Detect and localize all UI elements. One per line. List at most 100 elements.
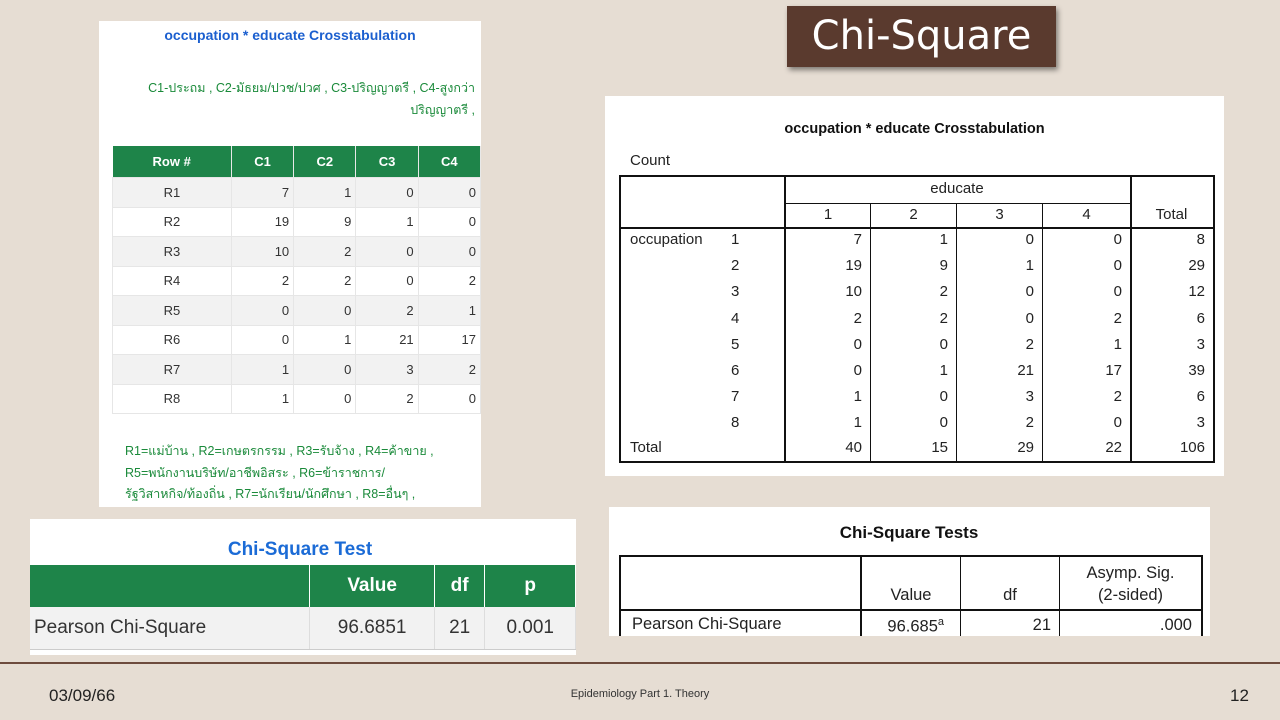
count-cell: 0 [417,206,482,237]
row-label: 4 [731,309,740,327]
row-legend-line1: R1=แม่บ้าน , R2=เกษตรกรรม , R3=รับจ้าง ,… [125,444,434,458]
count-cell: 2 [417,354,482,385]
count-cell: 7 [853,231,862,248]
col-header: 1 [823,206,833,223]
count-cell: 17 [417,324,482,355]
row-label-cell: R6 [112,324,232,355]
table-row: R2 19 9 1 0 [112,206,482,237]
row-label-cell: R7 [112,354,232,385]
count-cell: 1 [417,295,482,326]
row-label-cell: R5 [112,295,232,326]
count-cell: 1 [293,177,357,208]
count-cell: 1 [939,231,948,248]
col-header: 3 [995,206,1004,223]
pearson-row-label: Pearson Chi-Square [632,615,782,633]
row-label: 6 [731,362,740,379]
footnote-marker: a [937,616,944,628]
total-cell: 40 [845,439,862,456]
pearson-sig: .000 [1159,616,1192,634]
count-cell: 0 [355,236,419,267]
web-chi-test-table: Value df p Pearson Chi-Square 96.6851 21… [30,565,576,650]
row-label: 2 [731,257,740,275]
table-row: R6 0 1 21 17 [112,324,482,355]
table-row: R8 1 0 2 0 [112,383,482,414]
table-row: R3 10 2 0 0 [112,236,482,267]
count-cell: 0 [853,335,862,353]
pearson-df: 21 [1032,616,1051,634]
row-label-cell: R8 [112,383,232,414]
row-label-cell: R4 [112,265,232,296]
count-cell: 0 [417,177,482,208]
count-cell: 0 [293,383,357,414]
count-cell: 0 [293,295,357,326]
header-cell: Value [309,565,435,607]
web-chi-test-title: Chi-Square Test [227,539,373,560]
count-cell: 0 [1025,309,1034,327]
count-cell: 2 [1025,414,1034,432]
count-cell: 0 [1113,414,1122,432]
spss-crosstab-title: occupation * educate Crosstabulation [784,121,1045,137]
header-cell [30,565,311,607]
count-cell: 0 [1113,231,1122,248]
count-cell: 1 [1113,335,1122,353]
count-cell: 0 [230,324,295,355]
table-row: R5 0 0 2 1 [112,295,482,326]
spss-crosstab-panel: occupation * educate Crosstabulation Cou… [605,96,1224,476]
table-header-row: Value df p [30,565,576,607]
count-cell: 0 [939,335,948,353]
row-legend: R1=แม่บ้าน , R2=เกษตรกรรม , R3=รับจ้าง ,… [125,441,475,506]
column-legend: C1-ประถม , C2-มัธยม/ปวช/ปวศ , C3-ปริญญาต… [109,77,475,121]
count-cell: 3 [1025,388,1034,406]
pearson-value: 96.685a [862,616,944,636]
count-cell: 2 [853,309,862,327]
row-total-cell: 8 [1196,231,1205,248]
count-cell: 0 [355,265,419,296]
total-row-label: Total [630,439,662,456]
header-cell: C1 [231,146,295,178]
count-cell: 0 [1113,283,1122,301]
count-cell: 2 [1025,335,1034,353]
row-total-cell: 29 [1188,257,1205,275]
page-number: 12 [1230,686,1249,705]
count-cell: 1 [293,324,357,355]
educate-label: educate [930,180,984,197]
web-crosstab-panel: occupation * educate Crosstabulation C1-… [99,21,482,507]
spss-chi-tests-grid: Value df Asymp. Sig. (2-sided) Pearson C… [619,555,1203,636]
count-cell: 0 [417,383,482,414]
row-label: 5 [731,335,740,353]
column-legend-line2: ปริญญาตรี , [410,103,475,117]
total-cell: 15 [931,439,948,456]
count-cell: 19 [845,257,862,275]
count-cell: 2 [355,295,419,326]
row-total-cell: 12 [1188,283,1205,301]
total-cell: 106 [1179,439,1205,456]
count-cell: 9 [939,257,948,275]
count-cell: 0 [293,354,357,385]
total-cell: 29 [1017,439,1034,456]
header-cell: C4 [418,146,482,178]
count-cell: 2 [1113,388,1122,406]
row-total-cell: 6 [1196,388,1205,406]
row-legend-line3: รัฐวิสาหกิจ/ท้องถิ่น , R7=นักเรียน/นักศึ… [125,487,416,501]
count-cell: 17 [1105,362,1122,379]
count-cell: 10 [230,236,295,267]
count-cell: 2 [230,265,295,296]
stat-value-cell: 96.6851 [309,607,435,650]
grid-line [621,227,1213,229]
col-header: 4 [1082,206,1091,223]
count-cell: 19 [230,206,295,237]
web-chi-test-panel: Chi-Square Test Value df p Pearson Chi-S… [30,519,576,655]
sig-col-header-line1: Asymp. Sig. [1086,564,1175,582]
spss-chi-tests-title: Chi-Square Tests [839,523,979,542]
value-col-header: Value [890,586,932,604]
row-label-cell: R3 [112,236,232,267]
count-cell: 1 [230,354,295,385]
count-cell: 2 [355,383,419,414]
count-cell: 2 [1113,309,1122,327]
count-cell: 2 [293,236,357,267]
total-cell: 22 [1105,439,1122,456]
spss-chi-tests-panel: Chi-Square Tests Value df Asymp. Sig. (2… [609,507,1210,636]
web-crosstab-title: occupation * educate Crosstabulation [164,27,416,43]
table-row: Pearson Chi-Square 96.6851 21 0.001 [30,607,576,650]
sig-col-header-line2: (2-sided) [1097,586,1164,604]
